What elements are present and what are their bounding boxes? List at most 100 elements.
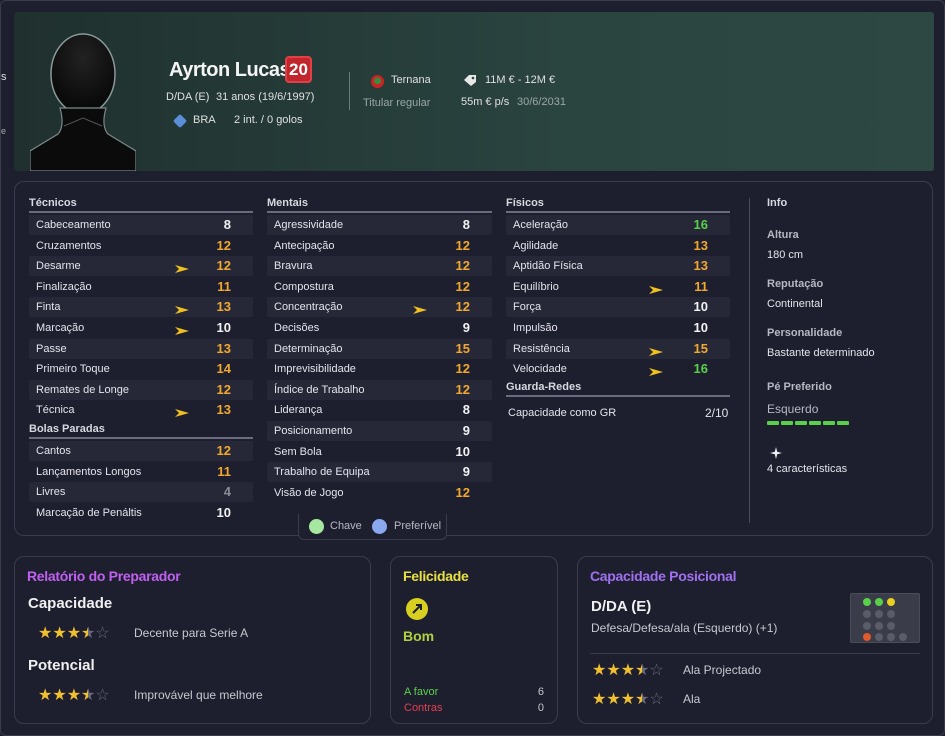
- coach-report-card: Relatório do Preparador Capacidade ★★★★☆…: [14, 556, 371, 724]
- attribute-value: 12: [455, 278, 470, 294]
- attribute-row[interactable]: Finalização 11: [29, 277, 253, 297]
- foot-value: Esquerdo: [767, 402, 819, 416]
- attribute-label: Concentração: [274, 301, 343, 314]
- attribute-row[interactable]: Passe 13: [29, 338, 253, 359]
- happiness-title: Felicidade: [403, 568, 469, 584]
- attribute-row[interactable]: Cabeceamento 8: [29, 215, 253, 235]
- player-wage: 55m € p/s: [461, 96, 510, 108]
- attribute-row[interactable]: Decisões 9: [267, 318, 492, 338]
- attribute-row[interactable]: Equilíbrio 11: [506, 277, 730, 297]
- progress-arrow-icon: [649, 282, 663, 294]
- price-tag-icon: [464, 75, 476, 86]
- foot-label: Pé Preferido: [767, 381, 832, 393]
- attribute-label: Primeiro Toque: [36, 363, 110, 376]
- attribute-value: 10: [693, 299, 708, 315]
- attribute-row[interactable]: Determinação 15: [267, 338, 492, 359]
- attribute-value: 9: [462, 464, 470, 480]
- attribute-row[interactable]: Posicionamento 9: [267, 421, 492, 441]
- player-nation[interactable]: BRA: [193, 114, 216, 126]
- pitch-position-dot: [875, 598, 883, 606]
- attribute-row[interactable]: Remates de Longe 12: [29, 379, 253, 400]
- player-header: Ayrton Lucas 20 D/DA (E) 31 anos (19/6/1…: [14, 12, 934, 171]
- attribute-row[interactable]: Impulsão 10: [506, 318, 730, 338]
- edge-fragment: s: [1, 71, 7, 83]
- potential-label: Potencial: [28, 657, 95, 674]
- attribute-label: Compostura: [274, 280, 334, 293]
- reputation-value: Continental: [767, 298, 823, 310]
- player-position: D/DA (E): [166, 91, 210, 103]
- attribute-label: Visão de Jogo: [274, 486, 344, 499]
- attribute-value: 8: [223, 217, 231, 232]
- attribute-value: 4: [223, 484, 231, 500]
- foot-strength-bar: [781, 421, 793, 425]
- attribute-row[interactable]: Compostura 12: [267, 277, 492, 297]
- attribute-label: Cruzamentos: [36, 239, 102, 252]
- attribute-row[interactable]: Agilidade 13: [506, 236, 730, 256]
- attribute-row[interactable]: Desarme 12: [29, 256, 253, 277]
- attribute-row[interactable]: Aceleração 16: [506, 215, 730, 235]
- attribute-label: Lançamentos Longos: [36, 465, 142, 478]
- against-count: 0: [537, 702, 544, 714]
- attribute-row[interactable]: Sem Bola 10: [267, 442, 492, 462]
- attribute-row[interactable]: Marcação de Penáltis 10: [29, 503, 253, 523]
- legend-key-label: Chave: [330, 520, 362, 532]
- club-name[interactable]: Ternana: [391, 74, 431, 86]
- potential-stars: ★★★★☆: [38, 687, 110, 704]
- attribute-value: 12: [455, 258, 470, 274]
- attribute-row[interactable]: Índice de Trabalho 12: [267, 379, 492, 400]
- attribute-row[interactable]: Agressividade 8: [267, 215, 492, 235]
- attribute-row[interactable]: Bravura 12: [267, 256, 492, 277]
- attribute-value: 15: [455, 340, 470, 356]
- attribute-row[interactable]: Cruzamentos 12: [29, 236, 253, 256]
- attribute-row[interactable]: Velocidade 16: [506, 359, 730, 379]
- attribute-row[interactable]: Força 10: [506, 297, 730, 318]
- attribute-row[interactable]: Concentração 12: [267, 297, 492, 318]
- attribute-row[interactable]: Aptidão Física 13: [506, 256, 730, 277]
- attribute-row[interactable]: Técnica 13: [29, 400, 253, 420]
- goalkeeping-title: Guarda-Redes: [506, 381, 582, 393]
- sparkle-icon: [770, 447, 782, 459]
- squad-role: Titular regular: [363, 97, 431, 109]
- attribute-value: 12: [455, 361, 470, 377]
- attribute-row[interactable]: Finta 13: [29, 297, 253, 318]
- attribute-value: 13: [693, 237, 708, 253]
- attribute-value: 11: [217, 463, 231, 479]
- positional-description: Defesa/Defesa/ala (Esquerdo) (+1): [591, 621, 778, 635]
- attribute-label: Marcação: [36, 322, 85, 334]
- attribute-label: Determinação: [274, 342, 343, 355]
- attribute-row[interactable]: Lançamentos Longos 11: [29, 462, 253, 482]
- edge-fragment: e: [1, 126, 7, 136]
- traits-count[interactable]: 4 características: [767, 463, 847, 475]
- attribute-row[interactable]: Resistência 15: [506, 338, 730, 359]
- attribute-row[interactable]: Marcação 10: [29, 318, 253, 338]
- info-divider: [749, 198, 750, 523]
- pitch-position-dot: [887, 633, 895, 641]
- attribute-row[interactable]: Trabalho de Equipa 9: [267, 462, 492, 483]
- attribute-legend: Chave Preferível: [298, 514, 447, 540]
- attribute-value: 8: [462, 217, 470, 232]
- pitch-position-dot: [863, 622, 871, 630]
- pitch-position-dot: [887, 610, 895, 618]
- position-pitch-map[interactable]: [850, 593, 920, 643]
- progress-arrow-icon: [649, 364, 663, 377]
- happiness-card: Felicidade Bom A favor 6 Contras 0: [390, 556, 558, 724]
- pitch-position-dot: [863, 610, 871, 618]
- personality-value: Bastante determinado: [767, 347, 875, 359]
- happiness-status: Bom: [403, 628, 435, 644]
- attribute-label: Imprevisibilidade: [274, 363, 356, 376]
- attribute-label: Posicionamento: [274, 425, 353, 437]
- attribute-row[interactable]: Liderança 8: [267, 400, 492, 420]
- info-title: Info: [767, 197, 788, 209]
- attribute-row[interactable]: Imprevisibilidade 12: [267, 359, 492, 379]
- key-dot-icon: [309, 519, 324, 534]
- attribute-label: Antecipação: [274, 239, 335, 252]
- attribute-value: 12: [455, 237, 470, 253]
- attribute-value: 16: [693, 361, 708, 377]
- attribute-row[interactable]: Visão de Jogo 12: [267, 483, 492, 503]
- attribute-row[interactable]: Livres 4: [29, 482, 253, 503]
- attribute-value: 10: [216, 320, 231, 335]
- attribute-row[interactable]: Primeiro Toque 14: [29, 359, 253, 379]
- attribute-row[interactable]: Cantos 12: [29, 441, 253, 461]
- attribute-row[interactable]: Antecipação 12: [267, 236, 492, 256]
- foot-strength-bar: [795, 421, 807, 425]
